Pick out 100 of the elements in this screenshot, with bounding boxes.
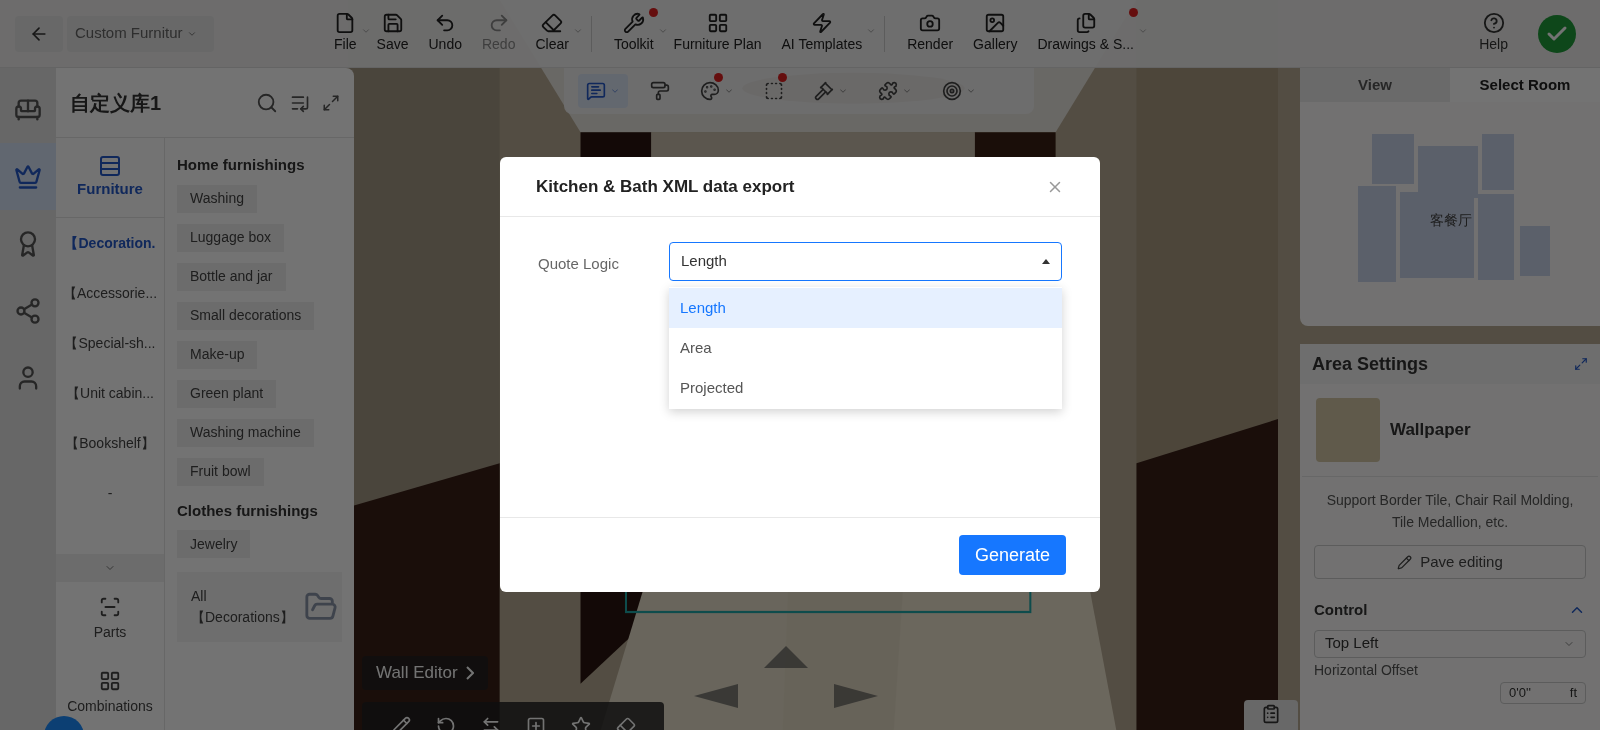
- pave-editing-button[interactable]: Pave editing: [1314, 545, 1586, 579]
- category-item[interactable]: -: [56, 468, 164, 518]
- control-title: Control: [1314, 600, 1369, 620]
- eraser-icon: [541, 12, 564, 34]
- group-title: Home furnishings: [177, 155, 306, 175]
- wrench-icon: [622, 12, 645, 34]
- caret-icon: [572, 26, 583, 36]
- group-title: Clothes furnishings: [177, 500, 319, 521]
- material-name: Wallpaper: [1390, 419, 1471, 442]
- toolbar-button[interactable]: Save: [366, 12, 419, 55]
- help-icon: [1482, 12, 1505, 34]
- pan-up-icon[interactable]: [764, 646, 808, 668]
- toolbar-button[interactable]: Undo: [418, 12, 472, 55]
- wallpaper-swatch[interactable]: [1316, 398, 1380, 462]
- area-settings-title: Area Settings: [1312, 352, 1430, 376]
- caret-icon: [1042, 259, 1050, 264]
- parts-icon: [99, 595, 121, 618]
- view-tool-button[interactable]: [578, 74, 628, 108]
- toolbar-button[interactable]: File: [324, 12, 367, 55]
- paint-roller-icon: [650, 81, 670, 101]
- dropdown-option[interactable]: Length: [669, 288, 1062, 328]
- bolt-icon: [810, 12, 833, 34]
- puzzle-icon: [878, 81, 898, 101]
- clipboard-icon: [1261, 704, 1281, 724]
- library-title: 自定义库1: [70, 90, 163, 116]
- project-name-dropdown[interactable]: Custom Furnitur: [67, 15, 214, 52]
- eraser-icon[interactable]: [615, 716, 636, 730]
- search-icon[interactable]: [256, 91, 278, 114]
- dropdown-option[interactable]: Area: [669, 328, 1062, 368]
- nodes-icon: [14, 296, 42, 325]
- caret-icon: [1137, 26, 1148, 36]
- save-icon: [381, 12, 404, 34]
- tag-chip[interactable]: Make-up: [177, 340, 258, 369]
- card-label: All: [191, 587, 208, 606]
- camera-icon: [919, 12, 942, 34]
- tag-chip[interactable]: Green plant: [177, 379, 277, 408]
- wall-editor-button[interactable]: Wall Editor: [362, 656, 488, 690]
- files-icon: [1074, 12, 1097, 34]
- material-description: Support Border Tile, Chair Rail Molding, Tile Medallion, etc.: [1325, 491, 1575, 532]
- offset-label: Horizontal Offset: [1314, 660, 1419, 680]
- category-item[interactable]: 【Bookshelf】: [56, 418, 164, 468]
- panel-tab[interactable]: Select Room: [1450, 68, 1600, 102]
- category-item[interactable]: 【Decoration.: [56, 218, 164, 268]
- image-icon: [984, 12, 1007, 34]
- all-decorations-card[interactable]: All 【Decorations】: [177, 572, 342, 642]
- card-label: 【Decorations】: [191, 608, 294, 627]
- expand-icon[interactable]: [322, 93, 340, 112]
- expand-icon[interactable]: [1574, 357, 1588, 371]
- library-tab[interactable]: Combinations: [56, 656, 164, 730]
- tag-chip[interactable]: Luggage box: [177, 223, 284, 252]
- toolbar-button[interactable]: Furniture Plan: [663, 12, 772, 55]
- tag-chip[interactable]: Jewelry: [177, 530, 251, 558]
- caret-icon: [610, 86, 620, 96]
- offset-input[interactable]: 0'0'' ft: [1500, 681, 1586, 704]
- toolbar-button[interactable]: Gallery: [963, 12, 1028, 55]
- caret-icon: [866, 26, 877, 36]
- add-icon[interactable]: [525, 716, 546, 730]
- caret-icon: [657, 26, 668, 36]
- palette-icon: [700, 81, 720, 101]
- gavel-icon: [814, 81, 834, 101]
- caret-icon: [902, 86, 912, 96]
- quote-logic-select[interactable]: Length: [669, 242, 1062, 281]
- category-item[interactable]: 【Accessorie...: [56, 268, 164, 318]
- category-item[interactable]: 【Special-sh...: [56, 318, 164, 368]
- toolbar-button[interactable]: Clear: [525, 12, 579, 55]
- caret-icon: [360, 26, 371, 36]
- caret-icon: [724, 86, 734, 96]
- tag-chip[interactable]: Fruit bowl: [177, 457, 264, 486]
- rotate-icon[interactable]: [435, 716, 456, 730]
- clipboard-button[interactable]: [1244, 700, 1298, 730]
- category-item[interactable]: 【Unit cabin...: [56, 368, 164, 418]
- caret-icon: [838, 86, 848, 96]
- toolbar-button[interactable]: Drawings & S...: [1027, 12, 1144, 55]
- star-icon[interactable]: [570, 716, 591, 730]
- pencil-icon[interactable]: [390, 716, 411, 730]
- furniture-tab[interactable]: Furniture: [56, 138, 164, 218]
- crown-icon: [14, 162, 42, 191]
- help-button[interactable]: Help: [1479, 12, 1508, 55]
- library-tab[interactable]: Parts: [56, 582, 164, 656]
- toolbar-button[interactable]: Render: [897, 12, 964, 55]
- grid-icon: [706, 12, 729, 34]
- dashed-square-icon: [764, 81, 784, 101]
- generate-button[interactable]: Generate: [958, 535, 1066, 575]
- confirm-icon[interactable]: [1538, 14, 1576, 53]
- target-icon: [942, 81, 962, 101]
- caret-icon: [966, 86, 976, 96]
- combinations-icon: [99, 669, 121, 692]
- dropdown-option[interactable]: Projected: [669, 368, 1062, 408]
- tag-chip[interactable]: Small decorations: [177, 301, 315, 330]
- select-icon: [586, 81, 606, 101]
- furniture-icon: [98, 154, 122, 179]
- tag-chip[interactable]: Washing: [177, 184, 257, 213]
- tag-chip[interactable]: Washing machine: [177, 418, 314, 447]
- tag-chip[interactable]: Bottle and jar: [177, 262, 286, 291]
- dialog-title: Kitchen & Bath XML data export: [536, 175, 796, 198]
- toolbar-button[interactable]: AI Templates: [771, 12, 873, 55]
- room-label: 客餐厅: [1430, 211, 1472, 230]
- back-button[interactable]: [15, 15, 63, 52]
- position-dropdown[interactable]: Top Left: [1314, 629, 1586, 658]
- toolbar-button[interactable]: Toolkit: [603, 12, 664, 55]
